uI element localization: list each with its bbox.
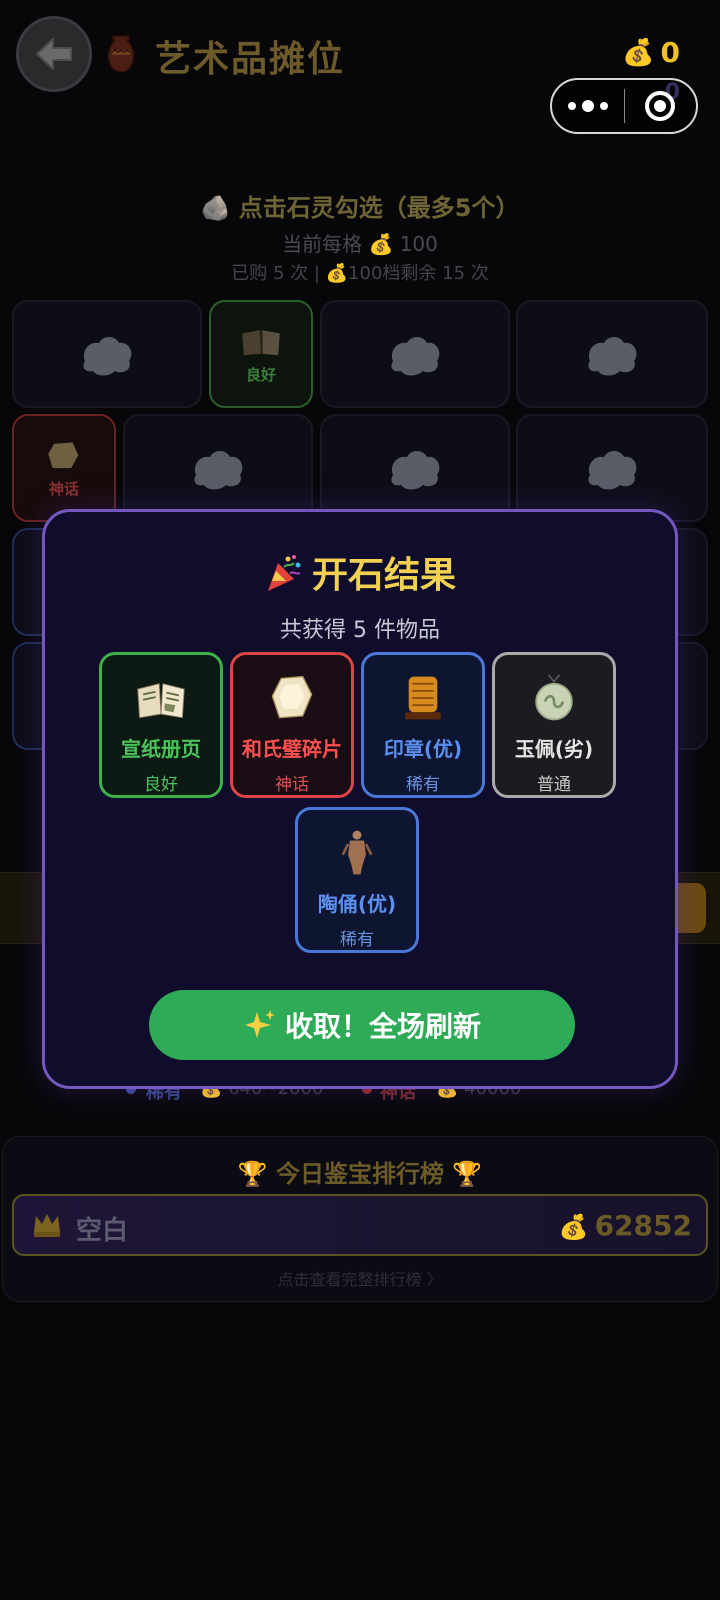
mini-program-capsule xyxy=(550,78,698,134)
stone-cell[interactable] xyxy=(320,300,510,408)
app-screen: 艺术品摊位 💰 0 0 🪨 点击石灵勾选（最多5个） 当前每格 💰 100 已购… xyxy=(0,0,720,1600)
stone-cell[interactable] xyxy=(320,414,510,522)
more-options-button[interactable] xyxy=(552,100,624,112)
collect-refresh-button[interactable]: 收取！全场刷新 xyxy=(149,990,575,1060)
purchase-count: 已购 5 次 | 💰100档剩余 15 次 xyxy=(231,263,489,284)
item-rarity: 良好 xyxy=(144,775,178,795)
result-item-card[interactable]: 和氏璧碎片 神话 xyxy=(230,652,354,798)
trophy-icon: 🏆 xyxy=(444,1160,483,1188)
result-item-card[interactable]: 印章(优) 稀有 xyxy=(361,652,485,798)
ranking-top-row[interactable]: 空白 💰 62852 xyxy=(12,1194,708,1256)
collect-label: 收取！全场刷新 xyxy=(284,1010,481,1043)
book-icon xyxy=(242,329,280,355)
jade-pendant-icon xyxy=(535,674,573,721)
page-title: 艺术品摊位 xyxy=(155,39,346,80)
item-rarity: 神话 xyxy=(275,775,309,795)
coin-balance: 💰 0 xyxy=(622,36,680,69)
selection-title: 🪨 点击石灵勾选（最多5个） xyxy=(200,194,520,222)
sparkles-icon xyxy=(244,1010,275,1038)
trophy-icon: 🏆 xyxy=(237,1160,276,1188)
stone-icon xyxy=(391,337,440,376)
result-item-card[interactable]: 陶俑(优) 稀有 xyxy=(295,807,419,953)
dot-icon xyxy=(568,102,576,110)
vase-icon xyxy=(107,35,135,73)
coin-count: 0 xyxy=(660,36,680,69)
ranking-player-name: 空白 xyxy=(76,1216,129,1246)
jade-fragment-icon xyxy=(48,441,79,468)
item-name: 和氏璧碎片 xyxy=(242,737,342,761)
rarity-tag: 良好 xyxy=(245,365,276,384)
stone-cell[interactable] xyxy=(12,300,202,408)
result-item-card[interactable]: 宣纸册页 良好 xyxy=(99,652,223,798)
money-bag-icon: 💰 xyxy=(558,1213,589,1241)
stone-cell-revealed[interactable]: 良好 xyxy=(209,300,313,408)
ranking-view-all-link[interactable]: 点击查看完整排行榜 〉 xyxy=(0,1266,720,1290)
stone-cell[interactable] xyxy=(516,414,708,522)
stone-cell[interactable] xyxy=(123,414,313,522)
open-stone-result-dialog: 开石结果 共获得 5 件物品 宣纸册页 良好 和氏璧碎片 神话 印章(优) 稀有… xyxy=(42,509,678,1089)
stone-icon xyxy=(194,451,243,490)
dot-icon xyxy=(600,102,608,110)
top-bar: 艺术品摊位 💰 0 0 xyxy=(0,0,720,134)
stone-cell[interactable] xyxy=(516,300,708,408)
book-icon xyxy=(137,683,185,719)
item-name: 宣纸册页 xyxy=(121,737,201,761)
stone-cell-revealed[interactable]: 神话 xyxy=(12,414,116,522)
stone-icon xyxy=(391,451,440,490)
jade-fragment-icon xyxy=(271,675,313,719)
item-name: 玉佩(劣) xyxy=(514,737,594,761)
dialog-title: 开石结果 xyxy=(45,546,675,598)
price-per-cell: 当前每格 💰 100 xyxy=(282,232,438,256)
seal-icon xyxy=(405,676,441,720)
stone-icon xyxy=(588,337,637,376)
back-button[interactable] xyxy=(16,16,92,92)
item-rarity: 稀有 xyxy=(406,775,440,795)
ranking-player-score: 💰 62852 xyxy=(558,1209,692,1242)
target-icon xyxy=(645,91,676,121)
item-rarity: 稀有 xyxy=(340,930,374,950)
back-arrow-icon xyxy=(36,38,72,70)
dot-icon xyxy=(582,100,594,112)
money-bag-icon: 💰 xyxy=(622,37,655,68)
close-miniprogram-button[interactable] xyxy=(625,91,696,121)
item-name: 陶俑(优) xyxy=(317,892,397,916)
dialog-subtitle: 共获得 5 件物品 xyxy=(280,618,440,643)
terracotta-figure-icon xyxy=(341,830,373,875)
crown-icon xyxy=(34,1214,60,1237)
ranking-title: 🏆 今日鉴宝排行榜 🏆 xyxy=(237,1160,483,1188)
stone-icon: 🪨 xyxy=(200,194,239,222)
rarity-tag: 神话 xyxy=(48,479,79,498)
stone-icon xyxy=(83,337,132,376)
party-popper-icon xyxy=(267,555,301,591)
item-rarity: 普通 xyxy=(537,775,571,795)
item-name: 印章(优) xyxy=(383,737,463,761)
stone-icon xyxy=(588,451,637,490)
result-item-card[interactable]: 玉佩(劣) 普通 xyxy=(492,652,616,798)
